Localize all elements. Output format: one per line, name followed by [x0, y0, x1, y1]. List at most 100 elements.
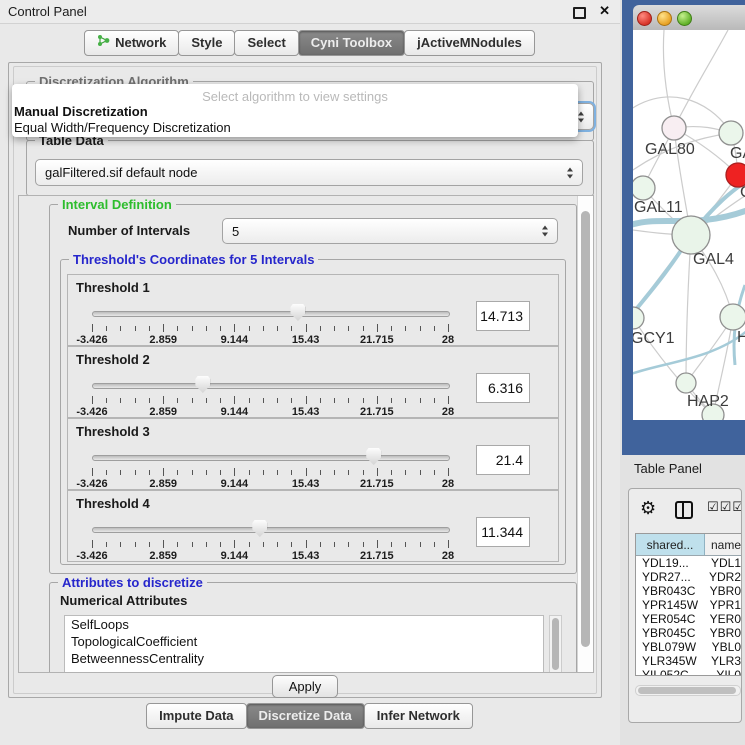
tick-mark	[420, 326, 421, 331]
tick-mark	[420, 542, 421, 547]
cell-name: YLR3	[705, 654, 741, 668]
threshold-2-value-field[interactable]: 6.316	[476, 373, 530, 403]
network-canvas[interactable]: GAL80GAL11GAL4GCY1HHAP2GAC	[633, 30, 745, 420]
tab-impute-data[interactable]: Impute Data	[146, 703, 246, 729]
table-row[interactable]: YBL079WYBL0	[636, 640, 741, 654]
attribute-item-topologicalcoefficient[interactable]: TopologicalCoefficient	[65, 633, 543, 650]
number-of-intervals-value: 5	[232, 224, 239, 239]
cell-shared-name: YIL052C	[636, 668, 710, 676]
tick-label: 9.144	[221, 334, 249, 346]
network-node-gcy1[interactable]	[633, 307, 644, 329]
threshold-4-value-field[interactable]: 11.344	[476, 517, 530, 547]
threshold-1-slider[interactable]: -3.4262.8599.14415.4321.71528	[92, 307, 448, 343]
threshold-2-slider-thumb[interactable]	[195, 376, 210, 393]
tick-mark	[206, 470, 207, 475]
attribute-item-betweennesscentrality[interactable]: BetweennessCentrality	[65, 650, 543, 667]
slider-tick-labels: -3.4262.8599.14415.4321.71528	[92, 406, 448, 418]
threshold-3-slider[interactable]: -3.4262.8599.14415.4321.71528	[92, 451, 448, 487]
threshold-2-slider[interactable]: -3.4262.8599.14415.4321.71528	[92, 379, 448, 415]
tab-jactivemnodules[interactable]: jActiveMNodules	[404, 30, 535, 56]
attribute-item-selfloops[interactable]: SelfLoops	[65, 616, 543, 633]
threshold-3-value-field[interactable]: 21.4	[476, 445, 530, 475]
zoom-traffic-light-icon[interactable]	[677, 11, 692, 26]
threshold-label: Threshold 4	[76, 496, 150, 511]
table-horizontal-scrollbar[interactable]	[635, 685, 741, 696]
tick-mark	[277, 542, 278, 547]
tab-infer-network[interactable]: Infer Network	[364, 703, 473, 729]
tick-mark	[263, 398, 264, 403]
tick-mark	[405, 542, 406, 547]
table-header-row: shared... name	[636, 534, 741, 556]
node-attribute-table[interactable]: shared... name YDL19...YDL1YDR27...YDR2Y…	[635, 533, 741, 676]
tab-network[interactable]: Network	[84, 30, 179, 56]
table-row[interactable]: YBR045CYBR0	[636, 626, 741, 640]
close-icon[interactable]: ✕	[599, 3, 610, 19]
split-columns-icon[interactable]	[675, 501, 693, 519]
float-window-icon[interactable]	[573, 7, 586, 19]
tab-cyni-toolbox[interactable]: Cyni Toolbox	[298, 30, 405, 56]
threshold-label: Threshold 3	[76, 424, 150, 439]
table-data-combobox[interactable]: galFiltered.sif default node	[35, 159, 583, 186]
table-row[interactable]: YLR345WYLR3	[636, 654, 741, 668]
algorithm-option-manual-discretization[interactable]: Manual Discretization	[14, 104, 148, 119]
slider-ticks	[92, 540, 448, 549]
tick-mark	[391, 398, 392, 403]
tick-mark	[92, 540, 93, 548]
table-row[interactable]: YDR27...YDR2	[636, 570, 741, 584]
tick-mark	[135, 326, 136, 331]
close-traffic-light-icon[interactable]	[637, 11, 652, 26]
table-panel-title: Table Panel	[634, 461, 702, 476]
settings-vertical-scrollbar[interactable]	[577, 196, 593, 672]
tab-discretize-data[interactable]: Discretize Data	[246, 703, 365, 729]
number-of-intervals-combobox[interactable]: 5	[222, 218, 558, 244]
table-row[interactable]: YDL19...YDL1	[636, 556, 741, 570]
table-row[interactable]: YPR145WYPR1	[636, 598, 741, 612]
network-node-h[interactable]	[720, 304, 745, 330]
cell-name: YDL1	[705, 556, 741, 570]
tab-select[interactable]: Select	[234, 30, 298, 56]
attributes-scrollbar[interactable]	[549, 615, 562, 673]
cell-name: YER0	[704, 612, 741, 626]
tick-mark	[206, 542, 207, 547]
table-row[interactable]: YIL052CYIL0	[636, 668, 741, 676]
column-header-name[interactable]: name	[705, 534, 741, 555]
network-node-gal11[interactable]	[633, 176, 655, 200]
algorithm-option-equal-width-frequency-discretization[interactable]: Equal Width/Frequency Discretization	[14, 120, 231, 135]
tab-style[interactable]: Style	[178, 30, 235, 56]
bottom-tab-bar: Impute DataDiscretize DataInfer Network	[0, 703, 620, 729]
network-node-gal4[interactable]	[672, 216, 710, 254]
tick-mark	[348, 470, 349, 475]
minimize-traffic-light-icon[interactable]	[657, 11, 672, 26]
tick-mark	[106, 398, 107, 403]
network-node-hap2[interactable]	[676, 373, 696, 393]
threshold-1-value-field[interactable]: 14.713	[476, 301, 530, 331]
threshold-4-slider-thumb[interactable]	[252, 520, 267, 537]
threshold-1-slider-thumb[interactable]	[290, 304, 305, 321]
tick-mark	[234, 468, 235, 476]
combo-arrows-icon	[542, 226, 548, 237]
table-row[interactable]: YBR043CYBR0	[636, 584, 741, 598]
slider-track	[92, 527, 450, 533]
control-panel-titlebar: Control Panel ✕	[0, 0, 620, 24]
threshold-2-panel: Threshold 2-3.4262.8599.14415.4321.71528…	[67, 346, 559, 418]
apply-button[interactable]: Apply	[272, 675, 338, 698]
combo-arrows-icon	[567, 167, 573, 178]
column-header-shared-name[interactable]: shared...	[636, 534, 705, 555]
gear-icon[interactable]: ⚙	[640, 498, 656, 519]
network-icon	[97, 31, 110, 55]
tick-mark	[420, 470, 421, 475]
slider-track	[92, 455, 450, 461]
network-node[interactable]	[719, 121, 743, 145]
threshold-3-slider-thumb[interactable]	[366, 448, 381, 465]
table-row[interactable]: YER054CYER0	[636, 612, 741, 626]
slider-track	[92, 311, 450, 317]
network-window-titlebar[interactable]	[633, 5, 745, 31]
tick-label: -3.426	[76, 550, 107, 562]
threshold-label: Threshold 1	[76, 280, 150, 295]
tick-mark	[106, 326, 107, 331]
algorithm-dropdown-popup: Select algorithm to view settings Manual…	[12, 84, 578, 137]
checkbox-filter-icons[interactable]: ☑☑☑	[707, 500, 742, 515]
tick-mark	[448, 324, 449, 332]
threshold-4-slider[interactable]: -3.4262.8599.14415.4321.71528	[92, 523, 448, 559]
network-node-gal80[interactable]	[662, 116, 686, 140]
